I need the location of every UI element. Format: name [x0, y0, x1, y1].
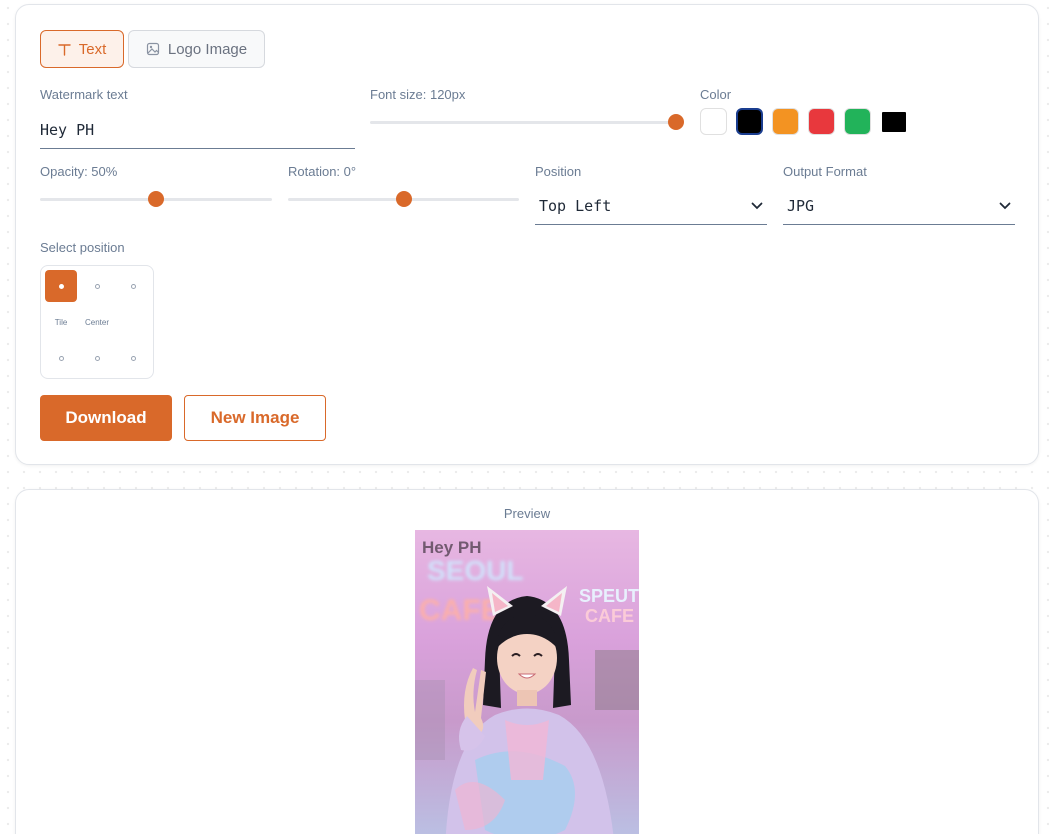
rotation-slider[interactable]	[288, 189, 519, 209]
neon-sign-speut: SPEUT	[579, 586, 639, 606]
image-icon	[146, 42, 159, 56]
position-cell-top-right[interactable]	[117, 270, 149, 302]
position-cell-center[interactable]: Center	[81, 306, 113, 338]
position-cell-top-left[interactable]	[45, 270, 77, 302]
watermark-text-label: Watermark text	[40, 87, 128, 102]
position-dot	[94, 355, 100, 361]
tile-label: Tile	[54, 317, 68, 327]
position-grid: Tile Center	[40, 265, 154, 379]
download-button[interactable]: Download	[40, 395, 172, 441]
neon-sign-seoul: SEOUL	[427, 555, 523, 586]
color-swatch-white[interactable]	[700, 108, 727, 135]
position-dot	[58, 283, 64, 289]
preview-panel: Preview SEOUL CAFE SPEUT CAFE Hey PH	[15, 489, 1039, 834]
position-selected-value: Top Left	[539, 196, 612, 215]
custom-color-picker[interactable]	[882, 112, 906, 132]
preview-photo-illustration: SEOUL CAFE SPEUT CAFE	[415, 555, 639, 834]
text-type-icon	[58, 43, 71, 56]
position-cell-bottom-right[interactable]	[117, 342, 149, 374]
position-cell-bottom-left[interactable]	[45, 342, 77, 374]
position-cell-tile[interactable]: Tile	[45, 306, 77, 338]
position-cell-top-center[interactable]	[81, 270, 113, 302]
position-label: Position	[535, 164, 582, 179]
color-swatch-green[interactable]	[844, 108, 871, 135]
center-label: Center	[84, 317, 109, 327]
preview-label: Preview	[503, 506, 551, 521]
opacity-label: Opacity: 50%	[40, 164, 118, 179]
tab-text-label: Text	[78, 40, 107, 58]
output-format-label: Output Format	[783, 164, 867, 179]
select-position-label: Select position	[40, 240, 125, 255]
watermark-controls-panel: Text Logo Image Watermark text Hey PH Fo…	[15, 4, 1039, 465]
preview-image: SEOUL CAFE SPEUT CAFE Hey PH	[415, 530, 639, 834]
tab-logo-label: Logo Image	[167, 40, 248, 58]
neon-sign-cafe: CAFE	[419, 594, 501, 627]
output-format-selected-value: JPG	[787, 196, 815, 215]
chevron-down-icon	[999, 202, 1011, 209]
color-swatch-black[interactable]	[736, 108, 763, 135]
color-swatch-red[interactable]	[808, 108, 835, 135]
tab-logo-image[interactable]: Logo Image	[128, 30, 265, 68]
position-dot	[94, 283, 100, 289]
neon-sign-cafe-right: CAFE	[585, 606, 634, 626]
position-cell-bottom-center[interactable]	[81, 342, 113, 374]
opacity-slider[interactable]	[40, 189, 272, 209]
tab-text[interactable]: Text	[40, 30, 124, 68]
watermark-text-value: Hey PH	[40, 120, 95, 139]
position-dot	[130, 355, 136, 361]
rotation-label: Rotation: 0°	[288, 164, 357, 179]
font-size-label: Font size: 120px	[370, 87, 466, 102]
new-image-button[interactable]: New Image	[184, 395, 326, 441]
chevron-down-icon	[751, 202, 763, 209]
position-dot	[58, 355, 64, 361]
opacity-slider-thumb[interactable]	[148, 191, 164, 207]
color-swatch-orange[interactable]	[772, 108, 799, 135]
position-select[interactable]: Top Left	[535, 187, 767, 225]
position-dot	[130, 283, 136, 289]
font-size-slider-track	[370, 121, 676, 124]
preview-watermark-overlay: Hey PH	[422, 538, 482, 557]
output-format-select[interactable]: JPG	[783, 187, 1015, 225]
color-label: Color	[700, 87, 732, 102]
watermark-text-input[interactable]: Hey PH	[40, 111, 355, 149]
font-size-slider[interactable]	[370, 112, 684, 132]
font-size-slider-thumb[interactable]	[668, 114, 684, 130]
rotation-slider-thumb[interactable]	[395, 191, 412, 207]
